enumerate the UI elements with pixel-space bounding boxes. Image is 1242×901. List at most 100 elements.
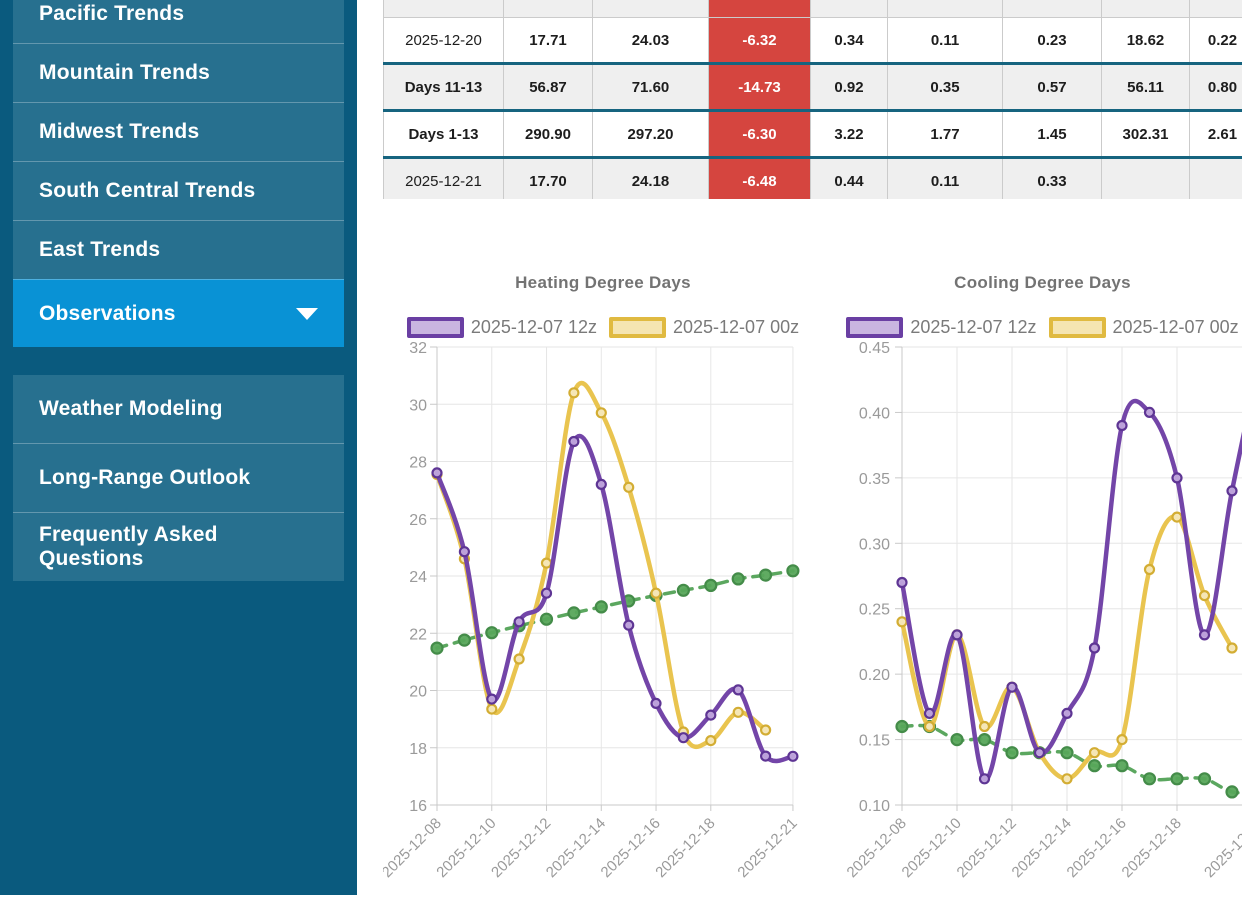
cell: 23.90 bbox=[593, 0, 709, 18]
table-row-2025-12-20: 2025-12-2017.7124.03-6.320.340.110.2318.… bbox=[384, 18, 1242, 64]
series-normal bbox=[432, 565, 799, 653]
svg-text:0.35: 0.35 bbox=[859, 471, 890, 488]
cell: -6.30 bbox=[709, 111, 811, 158]
sidebar-item-label: Long-Range Outlook bbox=[39, 466, 250, 490]
legend-swatch-12z bbox=[407, 317, 464, 338]
legend-swatch-00z bbox=[1049, 317, 1106, 338]
cdd-chart: 0.100.150.200.250.300.350.400.452025-12-… bbox=[843, 263, 1242, 901]
hdd-chart: 1618202224262830322025-12-082025-12-1020… bbox=[383, 263, 823, 901]
hdd-chart-legend: 2025-12-07 12z 2025-12-07 00z bbox=[383, 313, 823, 341]
legend-swatch-12z bbox=[846, 317, 903, 338]
forecast-table: 2025-12-1920.0223.90-3.880.230.120.1119.… bbox=[383, 0, 1242, 199]
cell: -6.32 bbox=[709, 18, 811, 64]
svg-text:16: 16 bbox=[409, 798, 427, 815]
cell: 20.02 bbox=[504, 0, 593, 18]
cell: 0.11 bbox=[888, 18, 1003, 64]
table-row-days-11-13: Days 11-1356.8771.60-14.730.920.350.5756… bbox=[384, 64, 1242, 111]
svg-text:26: 26 bbox=[409, 512, 427, 529]
row-label: 2025-12-20 bbox=[384, 18, 504, 64]
hdd-chart-title: Heating Degree Days bbox=[383, 273, 823, 293]
sidebar-item-observations[interactable]: Observations bbox=[13, 279, 344, 347]
svg-text:2025-12-21: 2025-12-21 bbox=[734, 815, 800, 881]
svg-text:0.30: 0.30 bbox=[859, 536, 890, 553]
legend-label-12z: 2025-12-07 12z bbox=[471, 317, 597, 338]
cell: 56.87 bbox=[504, 64, 593, 111]
legend-item-00z[interactable]: 2025-12-07 00z bbox=[1049, 317, 1239, 338]
cell: 0.26 bbox=[1190, 0, 1242, 18]
sidebar-secondary-nav: Weather Modeling Long-Range Outlook Freque… bbox=[13, 375, 344, 581]
legend-label-12z: 2025-12-07 12z bbox=[910, 317, 1036, 338]
series-normal bbox=[897, 721, 1242, 797]
svg-text:32: 32 bbox=[409, 340, 427, 357]
cell: 18.62 bbox=[1102, 18, 1190, 64]
cell: 0.11 bbox=[888, 158, 1003, 200]
cell: 17.71 bbox=[504, 18, 593, 64]
sidebar-item-label: South Central Trends bbox=[39, 179, 255, 203]
svg-text:20: 20 bbox=[409, 684, 427, 701]
cell: 0.57 bbox=[1003, 64, 1102, 111]
cell: 1.77 bbox=[888, 111, 1003, 158]
sidebar-item-long-range-outlook[interactable]: Long-Range Outlook bbox=[13, 443, 344, 512]
cell: 302.31 bbox=[1102, 111, 1190, 158]
page: { "sidebar": { "primary_items": [ {"labe… bbox=[0, 0, 1242, 901]
cell: 0.92 bbox=[811, 64, 888, 111]
cell: 0.23 bbox=[1003, 18, 1102, 64]
svg-text:0.20: 0.20 bbox=[859, 667, 890, 684]
cell: 290.90 bbox=[504, 111, 593, 158]
cell: 1.45 bbox=[1003, 111, 1102, 158]
cell: 0.23 bbox=[811, 0, 888, 18]
cell: -3.88 bbox=[709, 0, 811, 18]
row-label: 2025-12-19 bbox=[384, 0, 504, 18]
cell: -6.48 bbox=[709, 158, 811, 200]
sidebar-item-midwest-trends[interactable]: Midwest Trends bbox=[13, 102, 344, 161]
cell: 0.22 bbox=[1190, 18, 1242, 64]
svg-text:0.10: 0.10 bbox=[859, 798, 890, 815]
cell: 2.61 bbox=[1190, 111, 1242, 158]
legend-item-00z[interactable]: 2025-12-07 00z bbox=[609, 317, 799, 338]
svg-text:0.45: 0.45 bbox=[859, 340, 890, 357]
cdd-chart-svg: 0.100.150.200.250.300.350.400.452025-12-… bbox=[843, 263, 1242, 901]
cell: 24.18 bbox=[593, 158, 709, 200]
svg-text:28: 28 bbox=[409, 455, 427, 472]
cell: 0.12 bbox=[888, 0, 1003, 18]
hdd-chart-plot: 1618202224262830322025-12-082025-12-1020… bbox=[383, 263, 823, 901]
legend-label-00z: 2025-12-07 00z bbox=[1113, 317, 1239, 338]
cell: 0.35 bbox=[888, 64, 1003, 111]
svg-text:30: 30 bbox=[409, 397, 427, 414]
sidebar-item-mountain-trends[interactable]: Mountain Trends bbox=[13, 43, 344, 102]
cell: 24.03 bbox=[593, 18, 709, 64]
sidebar-item-label: Frequently Asked Questions bbox=[39, 523, 318, 571]
cell: 0.11 bbox=[1003, 0, 1102, 18]
hdd-chart-svg: 1618202224262830322025-12-082025-12-1020… bbox=[383, 263, 823, 901]
sidebar-item-weather-modeling[interactable]: Weather Modeling bbox=[13, 375, 344, 443]
cell: 0.44 bbox=[811, 158, 888, 200]
sidebar-item-east-trends[interactable]: East Trends bbox=[13, 220, 344, 279]
sidebar-item-label: Pacific Trends bbox=[39, 2, 184, 26]
table-row-2025-12-19: 2025-12-1920.0223.90-3.880.230.120.1119.… bbox=[384, 0, 1242, 18]
cell: 0.33 bbox=[1003, 158, 1102, 200]
cdd-chart-plot: 0.100.150.200.250.300.350.400.452025-12-… bbox=[843, 263, 1242, 901]
cell: 0.34 bbox=[811, 18, 888, 64]
svg-text:18: 18 bbox=[409, 741, 427, 758]
cell: 17.70 bbox=[504, 158, 593, 200]
sidebar-item-pacific-trends[interactable]: Pacific Trends bbox=[13, 0, 344, 43]
sidebar-item-label: Observations bbox=[39, 302, 176, 326]
legend-item-12z[interactable]: 2025-12-07 12z bbox=[846, 317, 1036, 338]
sidebar-primary-nav: Pacific Trends Mountain Trends Midwest Tre… bbox=[13, 0, 344, 347]
sidebar-item-label: Midwest Trends bbox=[39, 120, 199, 144]
svg-text:2025-12-18: 2025-12-18 bbox=[1119, 815, 1185, 881]
row-label: Days 11-13 bbox=[384, 64, 504, 111]
sidebar-group-gap bbox=[0, 347, 357, 375]
cell: 297.20 bbox=[593, 111, 709, 158]
cell bbox=[1102, 158, 1190, 200]
legend-swatch-00z bbox=[609, 317, 666, 338]
legend-item-12z[interactable]: 2025-12-07 12z bbox=[407, 317, 597, 338]
sidebar-item-frequently-asked-questions[interactable]: Frequently Asked Questions bbox=[13, 512, 344, 581]
sidebar-item-south-central-trends[interactable]: South Central Trends bbox=[13, 161, 344, 220]
svg-text:24: 24 bbox=[409, 569, 427, 586]
cell: -14.73 bbox=[709, 64, 811, 111]
cell: 56.11 bbox=[1102, 64, 1190, 111]
cell: 19.24 bbox=[1102, 0, 1190, 18]
chevron-down-icon bbox=[296, 308, 318, 320]
forecast-table-wrap: 2025-12-1920.0223.90-3.880.230.120.1119.… bbox=[383, 0, 1242, 199]
